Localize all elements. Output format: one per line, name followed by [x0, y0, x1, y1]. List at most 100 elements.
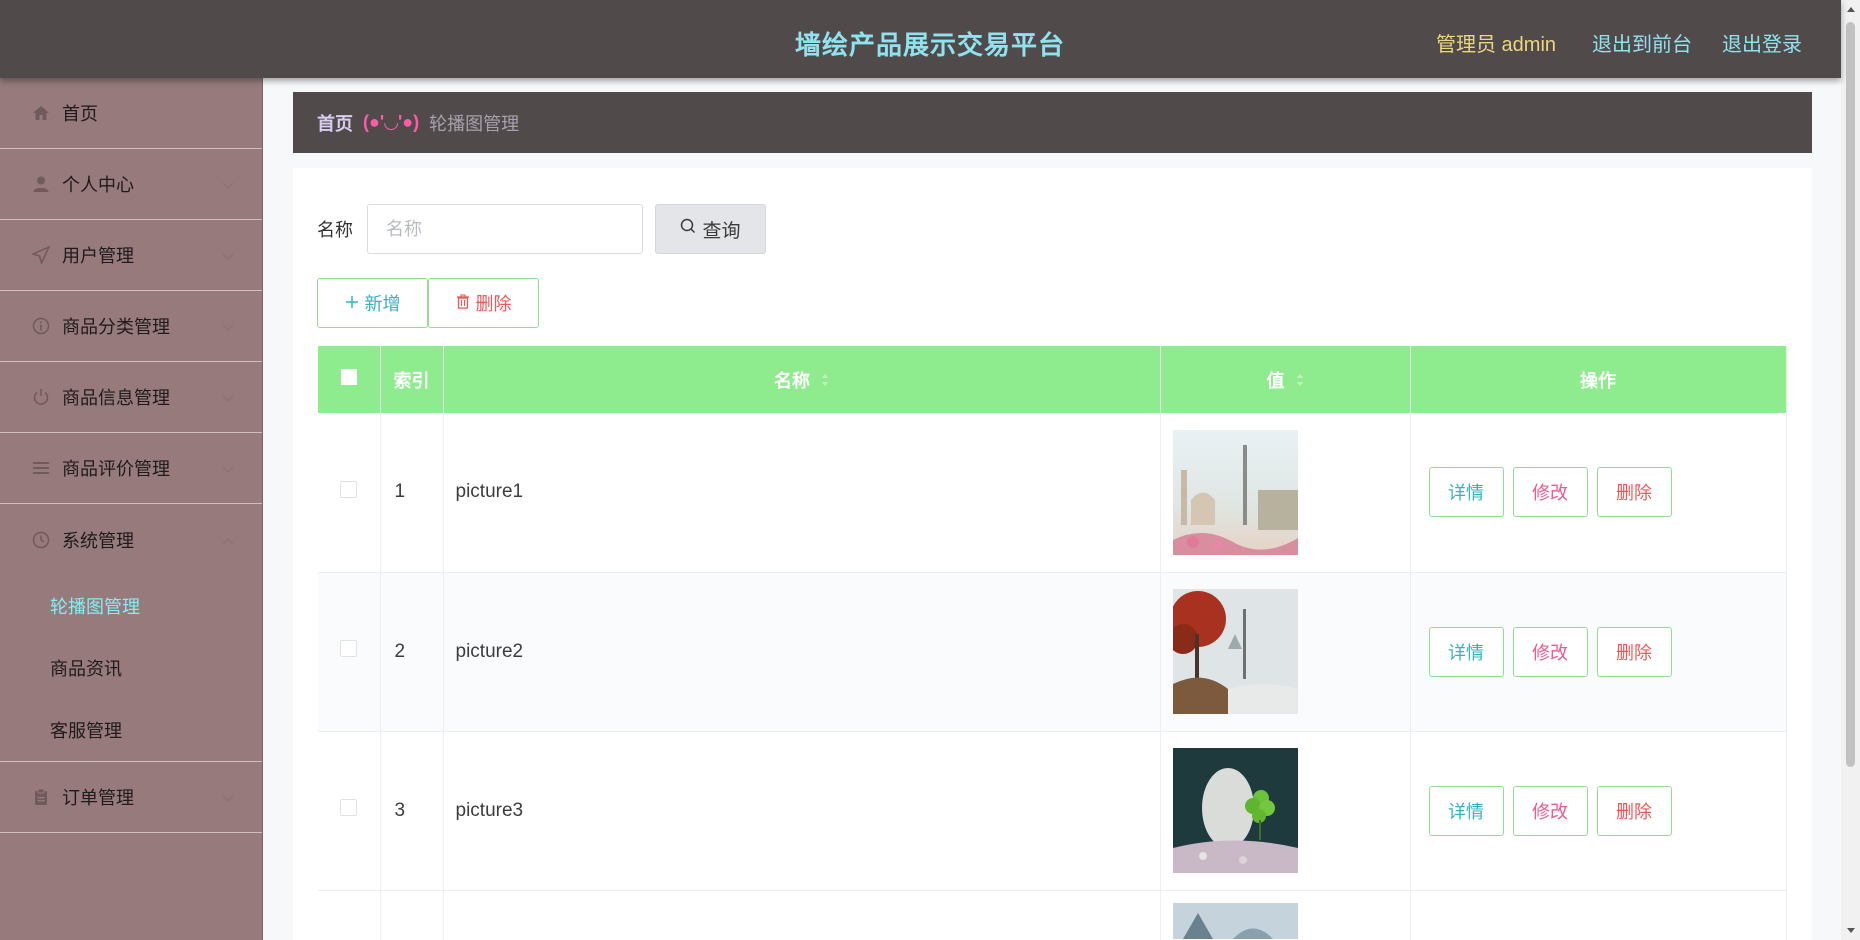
column-header-actions: 操作	[1410, 346, 1787, 413]
page-scrollbar[interactable]	[1841, 0, 1860, 940]
sidebar-item-label: 订单管理	[62, 788, 134, 808]
detail-button[interactable]: 详情	[1428, 626, 1504, 677]
breadcrumb-separator: (●'◡'●)	[363, 112, 420, 132]
search-row: 名称 查询	[317, 204, 766, 254]
row-value-cell	[1160, 572, 1411, 732]
sidebar-item-review-management[interactable]: 商品评价管理	[0, 433, 262, 504]
home-icon	[30, 102, 52, 124]
edit-button[interactable]: 修改	[1512, 626, 1588, 677]
sort-icon[interactable]	[1296, 371, 1304, 392]
submenu-item-customer-service[interactable]: 客服管理	[0, 699, 262, 761]
logout-link[interactable]: 退出登录	[1722, 28, 1802, 57]
detail-button[interactable]: 详情	[1428, 467, 1504, 518]
row-value-cell	[1160, 890, 1411, 940]
column-header-value[interactable]: 值	[1160, 346, 1411, 413]
sidebar-item-user-management[interactable]: 用户管理	[0, 220, 262, 291]
breadcrumb-home[interactable]: 首页	[317, 110, 353, 136]
sidebar-item-label: 个人中心	[62, 175, 134, 195]
trash-icon	[456, 293, 476, 314]
row-value-cell	[1160, 413, 1411, 573]
breadcrumb: 首页 (●'◡'●) 轮播图管理	[293, 92, 1812, 153]
table-row: 1 picture1 详情 修改 删除	[318, 413, 1787, 573]
select-all-checkbox[interactable]	[340, 369, 357, 385]
delete-button[interactable]: 删除	[1596, 467, 1672, 518]
batch-delete-button[interactable]: 删除	[428, 278, 539, 328]
sidebar-item-label: 商品评价管理	[62, 459, 170, 479]
table-header-row: 索引 名称 值 操作	[318, 346, 1787, 413]
row-name: picture1	[443, 413, 1161, 573]
edit-button[interactable]: 修改	[1512, 467, 1588, 518]
column-header-index: 索引	[380, 346, 444, 413]
row-checkbox[interactable]	[340, 799, 358, 816]
delete-button[interactable]: 删除	[1596, 785, 1672, 836]
chevron-up-icon	[222, 532, 234, 550]
submenu-item-carousel[interactable]: 轮播图管理	[0, 575, 262, 637]
submenu-item-product-news[interactable]: 商品资讯	[0, 637, 262, 699]
carousel-table: 索引 名称 值 操作 1 picture1 详情 修改 删除 2 picture…	[318, 346, 1787, 940]
row-index: 3	[380, 731, 444, 891]
add-button[interactable]: 新增	[317, 278, 428, 328]
row-actions-cell	[1410, 890, 1787, 940]
breadcrumb-current: 轮播图管理	[429, 113, 520, 134]
add-button-label: 新增	[364, 294, 401, 314]
chevron-down-icon	[222, 461, 234, 479]
sidebar-item-order-management[interactable]: 订单管理	[0, 762, 262, 833]
scroll-down-arrow-icon[interactable]	[1841, 921, 1860, 940]
delete-button-label: 删除	[475, 294, 512, 314]
sidebar-item-label: 商品信息管理	[62, 388, 170, 408]
sidebar-item-system-management[interactable]: 系统管理	[0, 504, 262, 575]
edit-button[interactable]: 修改	[1512, 785, 1588, 836]
power-icon	[30, 386, 52, 408]
query-button[interactable]: 查询	[655, 204, 766, 254]
user-icon	[30, 173, 52, 195]
scroll-up-arrow-icon[interactable]	[1841, 0, 1860, 19]
app-title: 墙绘产品展示交易平台	[794, 30, 1065, 60]
carousel-thumbnail-image[interactable]	[1172, 589, 1298, 714]
scrollbar-thumb[interactable]	[1846, 22, 1855, 767]
row-name: picture3	[443, 731, 1161, 891]
main-content: 首页 (●'◡'●) 轮播图管理 名称 查询 新增	[263, 78, 1841, 940]
plus-icon	[345, 293, 365, 314]
row-actions-cell: 详情 修改 删除	[1410, 731, 1787, 891]
chevron-down-icon	[222, 790, 234, 808]
row-index-cell	[380, 890, 444, 940]
sidebar-item-label: 用户管理	[62, 246, 134, 266]
clock-icon	[30, 529, 52, 551]
detail-button[interactable]: 详情	[1428, 785, 1504, 836]
sidebar-item-personal-center[interactable]: 个人中心	[0, 149, 262, 220]
row-checkbox[interactable]	[340, 480, 358, 498]
sidebar-item-category-management[interactable]: 商品分类管理	[0, 291, 262, 362]
carousel-thumbnail-image[interactable]	[1172, 748, 1298, 873]
column-header-name-label: 名称	[773, 370, 810, 391]
action-row: 新增 删除	[317, 278, 539, 328]
row-actions-cell: 详情 修改 删除	[1410, 413, 1787, 573]
admin-label: 管理员 admin	[1436, 34, 1557, 56]
name-search-input[interactable]	[367, 204, 643, 254]
sidebar-item-home[interactable]: 首页	[0, 78, 262, 149]
search-label: 名称	[317, 220, 353, 240]
sidebar-item-product-info-management[interactable]: 商品信息管理	[0, 362, 262, 433]
carousel-thumbnail-image[interactable]	[1172, 902, 1298, 939]
sidebar: 首页 个人中心 用户管理 商品分类管理 商品信息管理 商品评价管理 系统管理 轮…	[0, 78, 263, 940]
list-icon	[30, 457, 52, 479]
search-icon	[680, 218, 702, 240]
row-checkbox[interactable]	[340, 640, 358, 657]
carousel-thumbnail-image[interactable]	[1172, 429, 1298, 555]
chevron-down-icon	[222, 248, 234, 266]
clipboard-icon	[30, 786, 52, 808]
chevron-down-icon	[222, 390, 234, 408]
system-submenu: 轮播图管理 商品资讯 客服管理	[0, 575, 262, 761]
sidebar-item-label: 系统管理	[62, 530, 134, 551]
row-checkbox-cell	[318, 572, 381, 732]
select-all-cell	[318, 346, 381, 413]
query-button-label: 查询	[702, 220, 741, 242]
sort-icon[interactable]	[821, 371, 829, 392]
row-actions-cell: 详情 修改 删除	[1410, 572, 1787, 732]
table-row: 2 picture2 详情 修改 删除	[318, 572, 1787, 732]
delete-button[interactable]: 删除	[1596, 626, 1672, 677]
row-value-cell	[1160, 731, 1411, 891]
chevron-down-icon	[222, 319, 234, 337]
column-header-name[interactable]: 名称	[443, 346, 1161, 413]
row-checkbox-cell	[318, 731, 381, 891]
back-to-front-link[interactable]: 退出到前台	[1592, 28, 1692, 57]
